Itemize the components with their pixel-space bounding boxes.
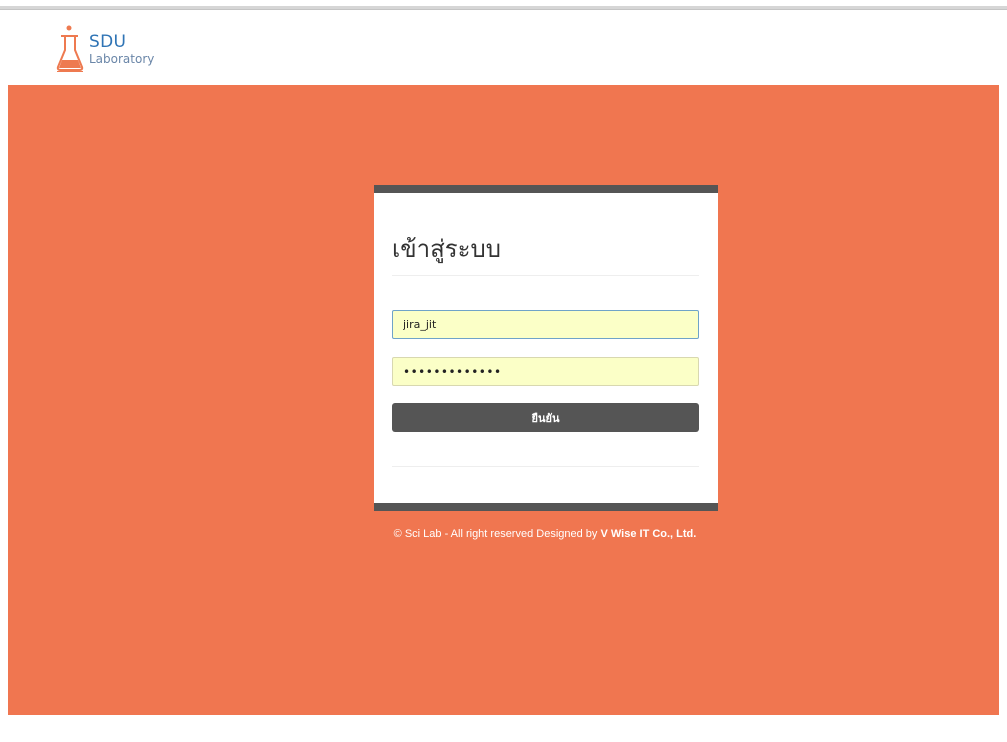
flask-icon — [56, 25, 84, 72]
logo-title: SDU — [89, 32, 127, 52]
password-input[interactable] — [392, 357, 699, 386]
title-divider — [392, 275, 699, 276]
login-card: เข้าสู่ระบบ ยืนยัน — [374, 185, 718, 511]
footer-copyright: © Sci Lab - All right reserved Designed … — [8, 528, 1007, 540]
form-divider — [392, 466, 699, 467]
login-title: เข้าสู่ระบบ — [392, 235, 501, 263]
submit-button[interactable]: ยืนยัน — [392, 403, 699, 432]
username-input[interactable] — [392, 310, 699, 339]
site-header: SDU Laboratory — [0, 10, 1007, 85]
footer-company: V Wise IT Co., Ltd. — [600, 528, 697, 540]
footer-text: © Sci Lab - All right reserved Designed … — [393, 528, 601, 540]
logo-subtitle: Laboratory — [89, 52, 155, 66]
logo[interactable]: SDU Laboratory — [55, 24, 154, 72]
logo-text: SDU Laboratory — [89, 32, 155, 66]
login-background: เข้าสู่ระบบ ยืนยัน © Sci Lab - All right… — [8, 85, 999, 715]
